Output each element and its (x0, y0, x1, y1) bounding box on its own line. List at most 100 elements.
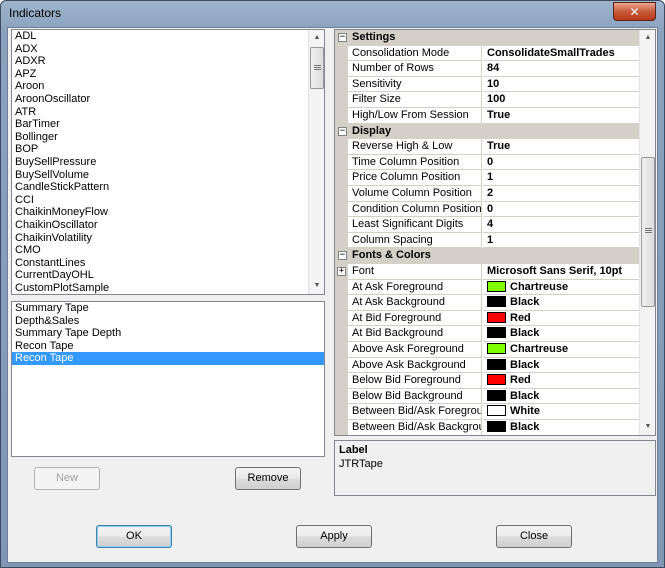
property-row[interactable]: Below Bid Foreground Red (335, 373, 640, 389)
configured-list-item[interactable]: Recon Tape (12, 340, 324, 353)
indicator-list-item[interactable]: ChaikinMoneyFlow (12, 206, 324, 219)
configured-list-item[interactable]: Depth&Sales (12, 315, 324, 328)
property-value[interactable]: True (483, 108, 640, 124)
property-row[interactable]: Condition Column Position 0 (335, 201, 640, 218)
indicator-list-scrollbar[interactable]: ▲ ▼ (308, 30, 324, 294)
property-value[interactable]: 0 (483, 155, 640, 171)
scroll-thumb[interactable] (641, 157, 655, 307)
indicator-list-item[interactable]: AroonOscillator (12, 93, 324, 106)
property-value[interactable]: Black (483, 326, 640, 342)
property-row[interactable]: Sensitivity 10 (335, 76, 640, 93)
property-value[interactable]: 1 (483, 170, 640, 186)
property-row[interactable]: At Bid Background Black (335, 326, 640, 342)
indicator-list-item[interactable]: APZ (12, 68, 324, 81)
indicator-list-item[interactable]: ChaikinOscillator (12, 219, 324, 232)
property-value[interactable]: Black (483, 389, 640, 405)
property-value[interactable]: 10 (483, 77, 640, 93)
property-value-text: 1 (487, 233, 494, 246)
collapse-icon[interactable]: − (338, 251, 347, 261)
scroll-thumb[interactable] (310, 47, 324, 89)
indicator-list-item[interactable]: ConstantLines (12, 257, 324, 270)
indicator-list-item[interactable]: CMO (12, 244, 324, 257)
property-value[interactable]: 100 (483, 92, 640, 108)
property-grid[interactable]: − Settings Consolidation Mode ConsolidateSm… (334, 29, 656, 436)
property-row[interactable]: Number of Rows 84 (335, 61, 640, 77)
configured-list-item[interactable]: Summary Tape (12, 302, 324, 315)
property-row[interactable]: At Ask Background Black (335, 295, 640, 311)
new-button[interactable]: New (34, 467, 100, 490)
property-name: Number of Rows (348, 61, 482, 77)
category-fonts[interactable]: − Fonts & Colors (335, 248, 640, 264)
property-grid-scrollbar[interactable]: ▲ ▼ (639, 30, 655, 435)
indicator-list-item[interactable]: ADL (12, 30, 324, 43)
property-row[interactable]: Between Bid/Ask Foregrour White (335, 404, 640, 420)
property-value[interactable]: True (483, 139, 640, 155)
remove-button[interactable]: Remove (235, 467, 301, 490)
indicator-list-item[interactable]: BuySellVolume (12, 169, 324, 182)
scroll-down-arrow-icon[interactable]: ▼ (309, 278, 324, 294)
property-value[interactable]: ConsolidateSmallTrades (483, 46, 640, 62)
close-button[interactable]: Close (496, 525, 572, 548)
property-row[interactable]: Consolidation Mode ConsolidateSmallTrades (335, 45, 640, 62)
collapse-icon[interactable]: − (338, 33, 347, 42)
indicator-list-item[interactable]: CandleStickPattern (12, 181, 324, 194)
property-value[interactable]: Chartreuse (483, 280, 640, 296)
property-value[interactable]: Black (483, 295, 640, 311)
category-display[interactable]: − Display (335, 123, 640, 140)
indicator-list-item[interactable]: CurrentDayOHL (12, 269, 324, 282)
ok-button[interactable]: OK (96, 525, 172, 548)
property-value[interactable]: Black (483, 420, 640, 435)
apply-button[interactable]: Apply (296, 525, 372, 548)
indicator-list-item[interactable]: BOP (12, 143, 324, 156)
scroll-up-arrow-icon[interactable]: ▲ (309, 30, 324, 46)
indicator-list-item[interactable]: ChaikinVolatility (12, 232, 324, 245)
property-value[interactable]: 2 (483, 186, 640, 202)
configured-list-item[interactable]: Summary Tape Depth (12, 327, 324, 340)
indicator-list-item[interactable]: CCI (12, 194, 324, 207)
indicator-list-item[interactable]: Aroon (12, 80, 324, 93)
property-row[interactable]: Between Bid/Ask Backgrour Black (335, 420, 640, 435)
indicator-list-item[interactable]: ADX (12, 43, 324, 56)
property-value[interactable]: Black (483, 358, 640, 374)
property-row[interactable]: Price Column Position 1 (335, 170, 640, 186)
indicator-list-item[interactable]: BuySellPressure (12, 156, 324, 169)
collapse-icon[interactable]: − (338, 126, 347, 136)
property-value[interactable]: 0 (483, 202, 640, 218)
indicator-list[interactable]: ADL ADX ADXR APZ Aroon AroonOscillator ATR BarT… (11, 29, 325, 295)
property-row[interactable]: Time Column Position 0 (335, 154, 640, 171)
property-row[interactable]: Above Ask Foreground Chartreuse (335, 342, 640, 358)
property-row[interactable]: High/Low From Session True (335, 108, 640, 124)
indicator-list-item[interactable]: CustomPlotSample (12, 282, 324, 294)
property-value[interactable]: White (483, 404, 640, 420)
property-value[interactable]: Microsoft Sans Serif, 10pt (483, 264, 640, 280)
property-row[interactable]: At Ask Foreground Chartreuse (335, 279, 640, 296)
property-row[interactable]: Reverse High & Low True (335, 139, 640, 155)
property-row[interactable]: Least Significant Digits 4 (335, 217, 640, 233)
indicator-list-item[interactable]: ADXR (12, 55, 324, 68)
property-value[interactable]: Red (483, 311, 640, 327)
property-value[interactable]: 84 (483, 61, 640, 77)
configured-list-item[interactable]: Recon Tape (12, 352, 324, 365)
property-row[interactable]: Filter Size 100 (335, 92, 640, 108)
property-name: Sensitivity (348, 76, 482, 93)
property-row[interactable]: + Font Microsoft Sans Serif, 10pt (335, 264, 640, 280)
property-value[interactable]: Red (483, 373, 640, 389)
title-bar[interactable]: Indicators ✕ (1, 1, 664, 27)
category-settings[interactable]: − Settings (335, 30, 640, 46)
property-value[interactable]: Chartreuse (483, 342, 640, 358)
property-value[interactable]: 4 (483, 217, 640, 233)
indicator-list-item[interactable]: Bollinger (12, 131, 324, 144)
property-row[interactable]: Below Bid Background Black (335, 388, 640, 405)
indicator-list-item[interactable]: ATR (12, 106, 324, 119)
scroll-up-arrow-icon[interactable]: ▲ (640, 30, 655, 46)
property-row[interactable]: Column Spacing 1 (335, 232, 640, 249)
indicator-list-item[interactable]: BarTimer (12, 118, 324, 131)
expand-icon[interactable]: + (337, 267, 346, 276)
property-value[interactable]: 1 (483, 233, 640, 249)
property-row[interactable]: Volume Column Position 2 (335, 186, 640, 202)
close-window-icon[interactable]: ✕ (613, 2, 656, 21)
property-row[interactable]: At Bid Foreground Red (335, 310, 640, 327)
property-row[interactable]: Above Ask Background Black (335, 357, 640, 374)
scroll-down-arrow-icon[interactable]: ▼ (640, 419, 655, 435)
configured-indicator-list[interactable]: Summary Tape Depth&Sales Summary Tape Dept… (11, 301, 325, 457)
